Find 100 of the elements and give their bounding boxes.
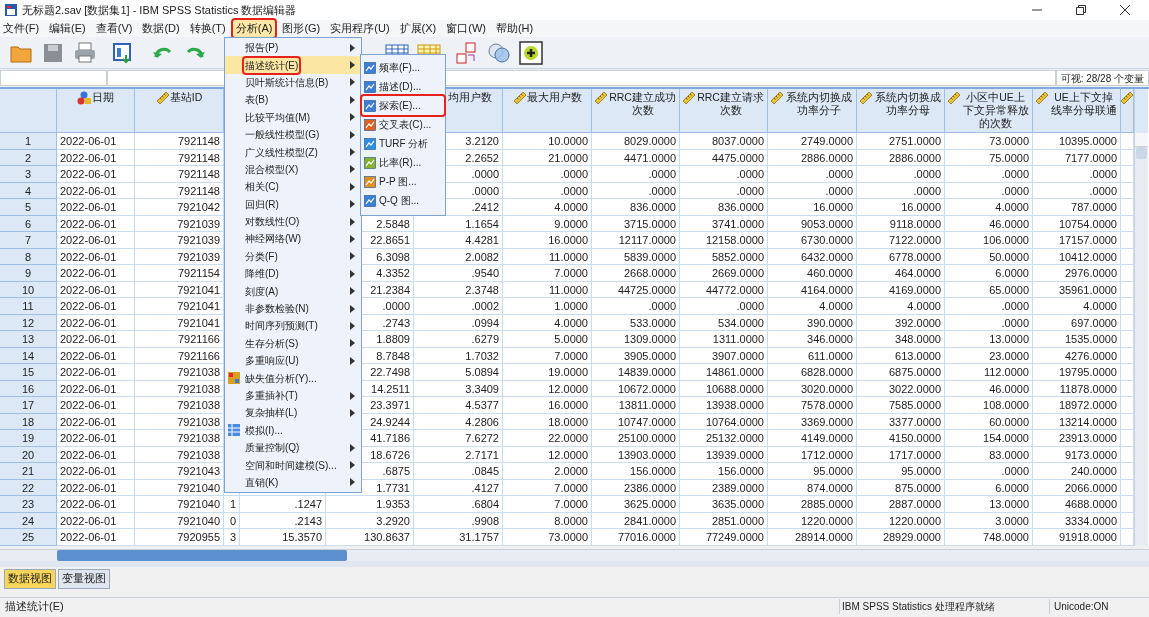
table-cell: .0000 xyxy=(592,298,680,315)
row-number[interactable]: 5 xyxy=(0,199,57,216)
column-header[interactable]: 日期 xyxy=(57,89,135,133)
row-number[interactable]: 21 xyxy=(0,463,57,480)
table-cell: 5852.0000 xyxy=(680,248,768,265)
table-cell: 14839.0000 xyxy=(592,364,680,381)
table-cell: 130.8637 xyxy=(326,529,414,546)
column-header[interactable]: 基站ID xyxy=(135,89,224,133)
table-cell: 31.1757 xyxy=(414,529,503,546)
table-cell: 1717.0000 xyxy=(857,446,945,463)
menu-option[interactable]: 贝叶斯统计信息(B) xyxy=(225,73,361,92)
column-header[interactable]: 系统内切换成功率分子 xyxy=(768,89,857,133)
table-cell: 7921040 xyxy=(135,512,224,529)
menu-option[interactable]: 表(B) xyxy=(225,91,361,109)
menu-item[interactable]: 图形(G) xyxy=(279,20,324,37)
table-cell: 28929.0000 xyxy=(857,529,945,546)
menu-option[interactable]: 报告(P) xyxy=(225,39,361,57)
menu-item[interactable]: 编辑(E) xyxy=(46,20,89,37)
table-cell: 3907.0000 xyxy=(680,347,768,364)
column-header[interactable] xyxy=(1121,89,1134,133)
table-cell: 2022-06-01 xyxy=(57,529,135,546)
table-cell: 874.0000 xyxy=(768,479,857,496)
menu-item[interactable]: 扩展(X) xyxy=(396,20,440,37)
menu-item[interactable]: 文件(F) xyxy=(0,20,43,37)
table-cell: .2143 xyxy=(240,512,326,529)
table-cell: 17157.0000 xyxy=(1033,232,1121,249)
table-cell: 13.0000 xyxy=(945,496,1033,513)
table-cell: 12.0000 xyxy=(503,380,592,397)
menu-item[interactable]: 实用程序(U) xyxy=(327,20,393,37)
menu-item[interactable]: 窗口(W) xyxy=(443,20,489,37)
table-cell: 875.0000 xyxy=(857,479,945,496)
menu-item[interactable]: 查看(V) xyxy=(92,20,136,37)
horizontal-scrollbar[interactable] xyxy=(0,548,1149,561)
close-icon[interactable] xyxy=(1120,5,1130,15)
table-cell: 346.0000 xyxy=(768,331,857,348)
row-number[interactable]: 7 xyxy=(0,232,57,249)
table-cell: 2022-06-01 xyxy=(57,512,135,529)
chart-icon xyxy=(364,137,376,150)
table-cell: 4471.0000 xyxy=(592,149,680,166)
column-header[interactable]: UE上下文掉线率分母联通 xyxy=(1033,89,1121,133)
column-header[interactable]: RRC建立成功次数 xyxy=(592,89,680,133)
table-cell: 4.0000 xyxy=(503,314,592,331)
table-cell: 2022-06-01 xyxy=(57,199,135,216)
menu-item[interactable]: 数据(D) xyxy=(139,20,183,37)
table-cell: .0000 xyxy=(1033,166,1121,183)
row-number[interactable]: 3 xyxy=(0,166,57,183)
view-tab[interactable]: 数据视图 xyxy=(4,568,56,589)
table-cell: 836.0000 xyxy=(592,199,680,216)
column-title: 基站ID xyxy=(169,91,203,104)
row-number[interactable]: 23 xyxy=(0,496,57,513)
row-number[interactable]: 25 xyxy=(0,529,57,546)
column-title: RRC建立成功次数 xyxy=(608,91,677,117)
table-cell: 2022-06-01 xyxy=(57,331,135,348)
menu-option[interactable]: 相关(C) xyxy=(225,178,361,196)
table-cell: 1535.0000 xyxy=(1033,331,1121,348)
table-cell: 108.0000 xyxy=(945,397,1033,414)
menu-item[interactable]: 转换(T) xyxy=(186,20,229,37)
table-cell: 2022-06-01 xyxy=(57,380,135,397)
column-header[interactable]: 最大用户数 xyxy=(503,89,592,133)
table-cell: 3020.0000 xyxy=(768,380,857,397)
table-cell: 21.0000 xyxy=(503,149,592,166)
menu-option[interactable]: 比较平均值(M) xyxy=(225,108,361,126)
table-cell: 10412.0000 xyxy=(1033,248,1121,265)
row-number[interactable]: 17 xyxy=(0,397,57,414)
column-header[interactable]: 小区中UE上下文异常释放的次数 xyxy=(945,89,1033,133)
table-cell: 1 xyxy=(224,496,240,513)
column-header[interactable]: RRC建立请求次数 xyxy=(680,89,768,133)
menu-option[interactable]: 混合模型(X) xyxy=(225,160,361,179)
table-cell: 7177.0000 xyxy=(1033,149,1121,166)
row-number[interactable]: 19 xyxy=(0,430,57,447)
corner-header[interactable] xyxy=(0,89,57,133)
view-tab[interactable]: 变量视图 xyxy=(58,568,110,589)
chart-icon xyxy=(364,61,376,74)
menu-option[interactable]: 广义线性模型(Z) xyxy=(225,143,361,161)
menu-option[interactable]: 一般线性模型(G) xyxy=(225,125,361,144)
vertical-scrollbar[interactable] xyxy=(1134,89,1148,546)
row-number[interactable]: 9 xyxy=(0,265,57,282)
window-title: 无标题2.sav [数据集1] - IBM SPSS Statistics 数据编辑器 xyxy=(22,2,297,18)
restore-icon[interactable] xyxy=(1076,5,1086,15)
row-number[interactable]: 15 xyxy=(0,364,57,381)
menu-option[interactable]: 频率(F)... xyxy=(362,58,444,77)
cell-reference-field[interactable] xyxy=(0,70,107,86)
table-cell: 156.0000 xyxy=(592,463,680,480)
row-number[interactable]: 11 xyxy=(0,298,57,315)
menu-item[interactable]: 分析(A) xyxy=(232,20,276,37)
table-cell: 12158.0000 xyxy=(680,232,768,249)
menu-option[interactable]: 回归(R) xyxy=(225,195,361,213)
table-cell: 2.3748 xyxy=(414,281,503,298)
table-cell: 10754.0000 xyxy=(1033,215,1121,232)
menu-item[interactable]: 帮助(H) xyxy=(492,20,537,37)
table-cell: 2886.0000 xyxy=(857,149,945,166)
table-cell: 9118.0000 xyxy=(857,215,945,232)
row-number[interactable]: 13 xyxy=(0,331,57,348)
row-number[interactable]: 1 xyxy=(0,133,57,150)
table-cell: 7.0000 xyxy=(503,265,592,282)
add-icon[interactable] xyxy=(516,38,546,67)
table-cell: 2022-06-01 xyxy=(57,248,135,265)
column-header[interactable]: 系统内切换成功率分母 xyxy=(857,89,945,133)
menu-option[interactable]: 描述统计(E) xyxy=(225,56,361,74)
table-cell: 73.0000 xyxy=(503,529,592,546)
